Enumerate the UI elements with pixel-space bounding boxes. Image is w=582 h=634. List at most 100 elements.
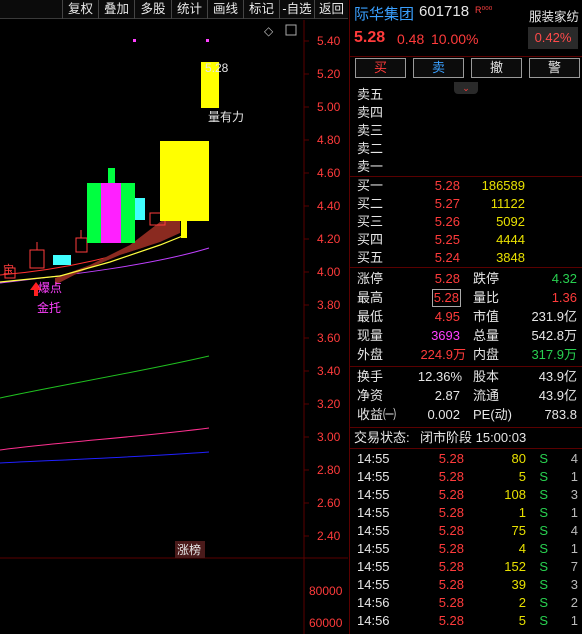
tick-count: 4: [570, 451, 578, 466]
multi-stock-button[interactable]: 多股: [134, 0, 171, 19]
asks-row[interactable]: 卖四: [350, 104, 582, 122]
tick-volume: 2: [518, 595, 526, 610]
trade-status-value: 闭市阶段 15:00:03: [420, 430, 527, 445]
tick-row: 14:56 5.28 2 S 2: [350, 594, 582, 612]
asks-level-label: 卖一: [357, 159, 384, 174]
tick-row: 14:56 5.28: [350, 630, 582, 634]
limit-up-badge: 涨榜: [177, 542, 201, 557]
total-volume-value: 542.8万: [531, 328, 577, 343]
asks-row[interactable]: 卖二: [350, 140, 582, 158]
tick-time: 14:55: [357, 487, 390, 502]
tick-count: 1: [570, 541, 578, 556]
candle: [75, 237, 88, 253]
stock-code: 601718: [419, 3, 470, 20]
bids-row[interactable]: 买五 5.24 3848: [350, 249, 582, 267]
tick-volume: 152: [504, 559, 526, 574]
candle-cyan: [135, 198, 145, 220]
tick-time: 14:56: [357, 613, 390, 628]
cancel-order-button[interactable]: 撤: [471, 58, 522, 78]
float-shares-value: 43.9亿: [538, 388, 577, 403]
kline-canvas: 5.40 5.20 5.00 4.80 4.60 4.40 4.20 4.00 3.80 3.60…: [0, 20, 348, 634]
tick-time: 14:55: [357, 559, 390, 574]
price-tick-label: 2.80: [317, 463, 341, 477]
tick-price: 5.28: [438, 595, 464, 610]
bids-volume: 4444: [496, 232, 525, 247]
equity-value: 43.9亿: [538, 369, 577, 384]
trade-buttons: 买 卖 撤 警: [355, 58, 581, 79]
kline-chart[interactable]: 5.40 5.20 5.00 4.80 4.60 4.40 4.20 4.00 3.80 3.60…: [0, 20, 348, 634]
high-label: 最高: [357, 290, 384, 305]
high-price-annotation: 5.28: [205, 61, 229, 75]
industry-name[interactable]: 服装家纺: [529, 6, 579, 25]
asks-row[interactable]: 卖五: [350, 86, 582, 104]
mark-button[interactable]: 标记: [243, 0, 279, 19]
tick-row: 14:55 5.28 80 S 4: [350, 450, 582, 468]
bids-row[interactable]: 买三 5.26 5092: [350, 213, 582, 231]
alert-button[interactable]: 警: [529, 58, 580, 78]
back-button[interactable]: 返回: [314, 0, 348, 19]
bids-row[interactable]: 买一 5.28 186589: [350, 177, 582, 195]
tick-count: 1: [570, 505, 578, 520]
bids-level-label: 买四: [357, 232, 384, 247]
buy-button[interactable]: 买: [355, 58, 406, 78]
price-tick-label: 5.20: [317, 67, 341, 81]
tick-volume: 108: [504, 487, 526, 502]
turnover-label: 换手: [357, 369, 384, 384]
eps-value: 0.002: [427, 407, 460, 422]
price-tick-label: 4.60: [317, 166, 341, 180]
volume-tick-label: 80000: [309, 584, 343, 598]
bids-volume: 5092: [496, 214, 525, 229]
price-tick-label: 2.60: [317, 496, 341, 510]
remove-watchlist-button[interactable]: -自选: [279, 0, 314, 19]
sell-button[interactable]: 卖: [413, 58, 464, 78]
candle-green: [108, 168, 115, 183]
restore-rights-button[interactable]: 复权: [62, 0, 98, 19]
price-tick-label: 3.20: [317, 397, 341, 411]
statistics-button[interactable]: 统计: [171, 0, 207, 19]
tick-price: 5.28: [438, 469, 464, 484]
tick-side: S: [539, 523, 548, 538]
tick-count: 1: [570, 469, 578, 484]
limit-up-value: 5.28: [434, 271, 460, 286]
stock-header: 际华集团 601718 R⁰⁰⁰ 服装家纺 0.42% 5.28 0.48 10…: [350, 0, 582, 56]
explosion-annotation: 爆点: [38, 281, 62, 295]
tick-row: 14:55 5.28 75 S 4: [350, 522, 582, 540]
asks-row[interactable]: 卖一: [350, 158, 582, 176]
inner-volume-label: 内盘: [473, 347, 500, 362]
tick-row: 14:55 5.28 108 S 3: [350, 486, 582, 504]
diamond-icon: ◇: [264, 24, 274, 38]
price-tick-label: 3.60: [317, 331, 341, 345]
equity-label: 股本: [473, 369, 500, 384]
tick-time: 14:55: [357, 577, 390, 592]
tick-count: 7: [570, 559, 578, 574]
overlay-button[interactable]: 叠加: [98, 0, 134, 19]
bids-row[interactable]: 买二 5.27 11122: [350, 195, 582, 213]
bids-volume: 3848: [496, 250, 525, 265]
ma-pink-line: [0, 427, 210, 451]
marker-dot: [206, 39, 209, 42]
stock-name[interactable]: 际华集团: [354, 3, 414, 24]
asks-level-label: 卖四: [357, 105, 384, 120]
turnover-value: 12.36%: [417, 369, 462, 384]
ma-blue-line: [0, 451, 210, 464]
bids-price: 5.24: [434, 250, 460, 265]
asks-row[interactable]: 卖三: [350, 122, 582, 140]
draw-line-button[interactable]: 画线: [207, 0, 243, 19]
market-value-label: 市值: [473, 309, 500, 324]
price-tick-label: 3.00: [317, 430, 341, 444]
pe-value: 783.8: [544, 407, 577, 422]
tick-count: 2: [570, 595, 578, 610]
tick-price: 5.28: [438, 523, 464, 538]
price-axis: 5.40 5.20 5.00 4.80 4.60 4.40 4.20 4.00 3.80 3.60…: [304, 34, 341, 543]
outer-volume-label: 外盘: [357, 347, 384, 362]
tick-price: 5.28: [438, 559, 464, 574]
limit-down-label: 跌停: [473, 271, 500, 286]
low-label: 最低: [357, 309, 384, 324]
tick-volume: 5: [518, 613, 526, 628]
bids-level-label: 买三: [357, 214, 384, 229]
force-annotation: 量有力: [208, 110, 244, 124]
bids-row[interactable]: 买四 5.25 4444: [350, 231, 582, 249]
limit-up-label: 涨停: [357, 271, 384, 286]
price-tick-label: 3.80: [317, 298, 341, 312]
tick-side: S: [539, 559, 548, 574]
